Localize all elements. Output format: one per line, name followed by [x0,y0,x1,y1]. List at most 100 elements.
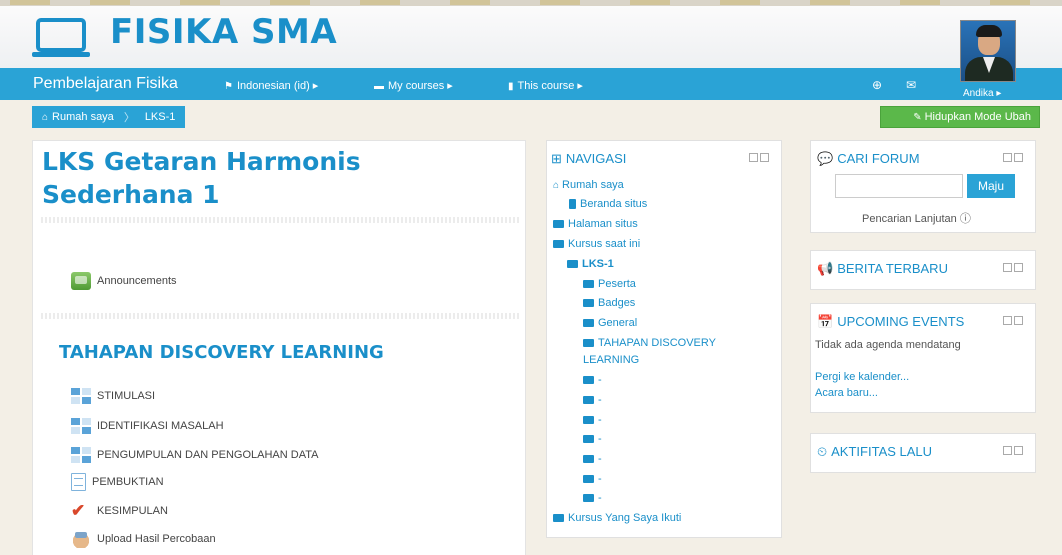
nav-item-section[interactable]: - [583,433,602,445]
edit-mode-label: Hidupkan Mode Ubah [924,111,1031,123]
divider [41,313,519,319]
recent-activity-block: ⏲ AKTIFITAS LALU [810,433,1036,473]
clock-icon: ⏲ [817,444,828,459]
folder-icon [583,319,594,328]
activity-pengumpulan[interactable]: PENGUMPULAN DAN PENGOLAHAN DATA [71,445,318,465]
nav-item-kursus-saat-ini[interactable]: Kursus saat ini [553,238,640,250]
language-label: Indonesian (id) ▸ [236,80,319,92]
search-button[interactable]: Maju [967,174,1015,198]
activity-stimulasi[interactable]: STIMULASI [71,386,155,406]
flag-icon: ⚑ [224,81,233,92]
home-icon: ⌂ [553,180,560,191]
nav-item-lks1[interactable]: LKS-1 [567,258,614,270]
folder-icon [583,339,594,348]
nav-item-section[interactable]: - [583,414,602,426]
announcements-label: Announcements [97,275,177,287]
nav-item-tahapan[interactable]: TAHAPAN DISCOVERY [583,337,716,349]
block-controls[interactable] [1001,153,1023,165]
breadcrumb: ⌂ Rumah saya 〉 LKS-1 [32,106,186,128]
breadcrumb-home[interactable]: Rumah saya [52,111,114,123]
nav-item-rumah[interactable]: ⌂ Rumah saya [553,179,624,191]
activity-upload[interactable]: Upload Hasil Percobaan [71,529,216,549]
activity-label: IDENTIFIKASI MASALAH [97,420,224,432]
navbar: Pembelajaran Fisika ⚑ Indonesian (id) ▸ ▬… [0,68,1062,100]
folder-icon [567,260,578,269]
sitemap-icon: ⊞ [551,151,562,166]
nav-item-badges[interactable]: Badges [583,297,635,309]
events-title: 📅 UPCOMING EVENTS [817,314,965,329]
my-courses-menu[interactable]: ▬ My courses ▸ [374,79,453,92]
activity-pembuktian[interactable]: PEMBUKTIAN [71,472,164,492]
activity-label: PENGUMPULAN DAN PENGOLAHAN DATA [97,449,319,461]
avatar[interactable] [960,20,1016,82]
check-icon: ✔ [71,501,86,520]
recent-activity-title: ⏲ AKTIFITAS LALU [817,444,933,459]
folder-icon [583,299,594,308]
folder-icon [583,475,594,484]
site-title[interactable]: FISIKA SMA [110,12,337,52]
navigation-title-label: NAVIGASI [565,151,627,166]
forum-icon [71,272,91,290]
laptop-icon [32,18,90,57]
lesson-icon [71,417,91,435]
language-menu[interactable]: ⚑ Indonesian (id) ▸ [224,79,318,92]
site-header: FISIKA SMA [0,6,1062,68]
nav-item-halaman[interactable]: Halaman situs [553,218,638,230]
new-event-link[interactable]: Acara baru... [815,387,878,399]
divider [41,217,519,223]
advanced-search-link[interactable]: Pencarian Lanjutan ⓘ [862,210,971,226]
block-controls[interactable] [747,153,769,165]
chat-icon: 💬 [817,151,834,166]
block-controls[interactable] [1001,263,1023,275]
upload-icon [71,530,91,548]
nav-item-general[interactable]: General [583,317,637,329]
news-block: 📢 BERITA TERBARU [810,250,1036,290]
book-icon: ▮ [508,81,514,92]
nav-item-section[interactable]: - [583,374,602,386]
navigation-block: ⊞ NAVIGASI ⌂ Rumah saya Beranda situs Hala… [546,140,782,538]
section-title: TAHAPAN DISCOVERY LEARNING [59,342,384,363]
nav-item-section[interactable]: - [583,473,602,485]
folder-icon [583,396,594,405]
lesson-icon [71,387,91,405]
nav-item-peserta[interactable]: Peserta [583,278,636,290]
activity-kesimpulan[interactable]: ✔ KESIMPULAN [71,501,168,521]
news-title: 📢 BERITA TERBARU [817,261,948,276]
this-course-menu[interactable]: ▮ This course ▸ [508,79,583,92]
folder-icon [583,280,594,289]
folder-icon [583,494,594,503]
page-icon [569,199,576,210]
nav-item-kursus-ikuti[interactable]: Kursus Yang Saya Ikuti [553,512,681,524]
block-controls[interactable] [1001,446,1023,458]
nav-item-beranda[interactable]: Beranda situs [569,198,647,210]
this-course-label: This course ▸ [517,80,583,92]
messages-icon[interactable]: ✉ [906,78,916,92]
nav-item-section[interactable]: - [583,492,602,504]
brand-link[interactable]: Pembelajaran Fisika [33,75,178,93]
page-title: LKS Getaran Harmonis Sederhana 1 [42,147,361,209]
block-controls[interactable] [1001,316,1023,328]
calendar-icon: 📅 [817,314,834,329]
folder-icon [583,416,594,425]
nav-item-tahapan-cont[interactable]: LEARNING [583,354,639,366]
help-icon: ⓘ [959,213,971,225]
nav-item-section[interactable]: - [583,453,602,465]
settings-icon[interactable]: ⊕ [872,78,882,92]
user-menu[interactable]: Andika ▸ [963,88,1001,99]
folder-icon [583,376,594,385]
activity-label: PEMBUKTIAN [92,476,164,488]
page-icon [71,473,86,491]
home-icon: ⌂ [42,111,49,123]
search-input[interactable] [835,174,963,198]
announcements-link[interactable]: Announcements [71,271,177,291]
calendar-link[interactable]: Pergi ke kalender... [815,371,909,383]
activity-label: Upload Hasil Percobaan [97,533,216,545]
edit-icon: ✎ [913,112,922,123]
lesson-icon [71,446,91,464]
activity-identifikasi[interactable]: IDENTIFIKASI MASALAH [71,416,224,436]
megaphone-icon: 📢 [817,261,834,276]
breadcrumb-current[interactable]: LKS-1 [145,111,176,123]
folder-icon [583,455,594,464]
edit-mode-button[interactable]: ✎ Hidupkan Mode Ubah [880,106,1040,128]
nav-item-section[interactable]: - [583,394,602,406]
